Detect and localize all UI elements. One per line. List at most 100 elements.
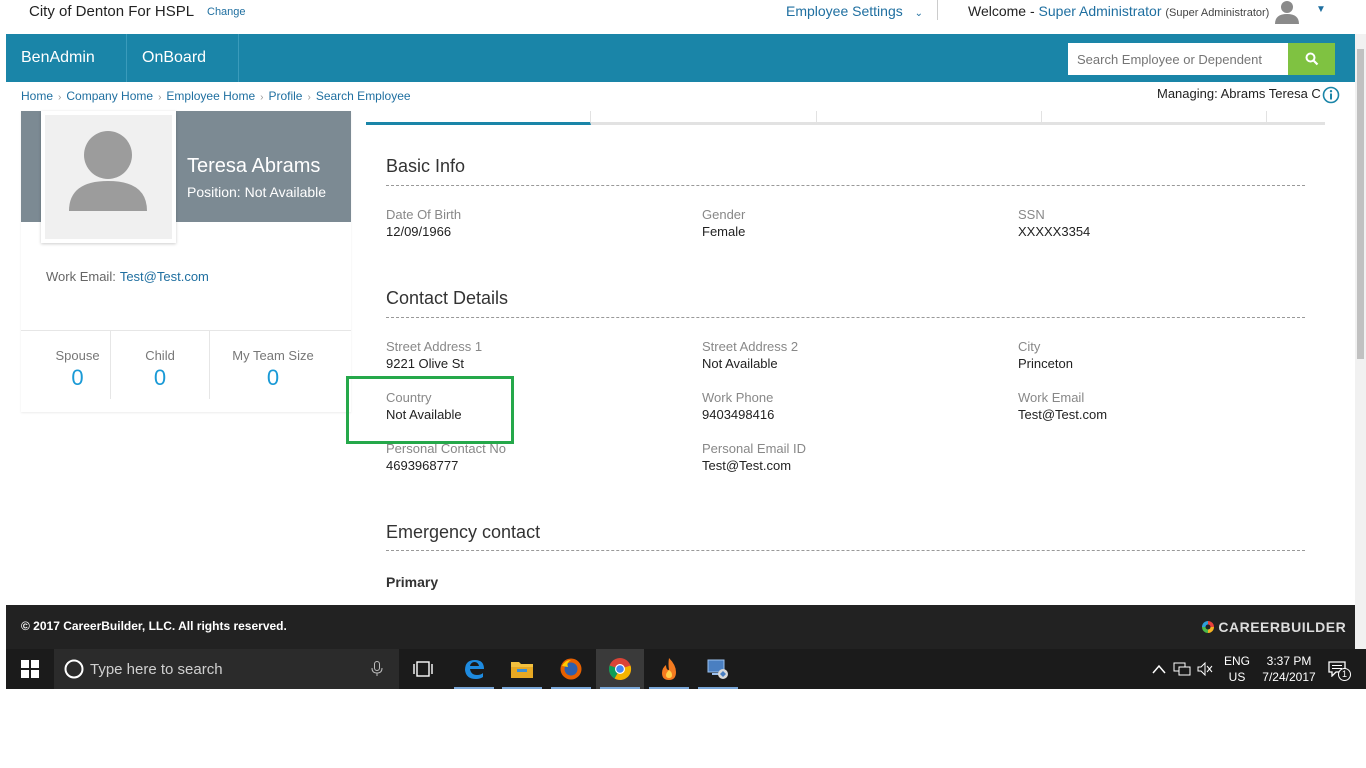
search-icon bbox=[1305, 52, 1318, 66]
breadcrumb-home[interactable]: Home bbox=[21, 89, 53, 103]
field-street-address-1: Street Address 1 9221 Olive St bbox=[386, 339, 482, 371]
user-role: (Super Administrator) bbox=[1165, 7, 1270, 19]
mic-icon[interactable] bbox=[371, 661, 383, 677]
nav-onboard[interactable]: OnBoard ⌵ bbox=[127, 34, 239, 113]
taskbar-flame-app[interactable] bbox=[645, 649, 693, 689]
chrome-icon bbox=[608, 658, 632, 681]
careerbuilder-logo-icon bbox=[1202, 621, 1214, 633]
flame-app-icon bbox=[662, 658, 676, 680]
avatar-placeholder-icon bbox=[69, 131, 147, 211]
field-work-phone: Work Phone 9403498416 bbox=[702, 390, 774, 422]
profile-card: Teresa Abrams Position: Not Available Wo… bbox=[21, 111, 351, 412]
field-work-email: Work Email Test@Test.com bbox=[1018, 390, 1107, 422]
employee-settings-menu[interactable]: Employee Settings ⌄ bbox=[786, 3, 923, 19]
tab-4[interactable] bbox=[1042, 111, 1267, 125]
task-view-button[interactable] bbox=[399, 649, 447, 689]
language-indicator[interactable]: ENG US bbox=[1219, 653, 1255, 685]
notification-count-badge: 1 bbox=[1338, 668, 1351, 681]
breadcrumb-separator-icon: › bbox=[158, 92, 162, 103]
primary-contact-heading: Primary bbox=[386, 574, 439, 590]
field-value: 9221 Olive St bbox=[386, 356, 465, 371]
tab-3[interactable] bbox=[817, 111, 1042, 125]
breadcrumb-search-employee[interactable]: Search Employee bbox=[316, 89, 411, 103]
tab-2[interactable] bbox=[591, 111, 817, 125]
divider bbox=[386, 185, 1305, 186]
managing-label: Managing: bbox=[1157, 86, 1218, 101]
breadcrumb-employee-home[interactable]: Employee Home bbox=[166, 89, 255, 103]
edge-icon bbox=[465, 660, 484, 679]
action-center-button[interactable]: 1 bbox=[1328, 659, 1352, 683]
show-hidden-icons-chevron-icon[interactable] bbox=[1152, 664, 1166, 674]
taskbar-search-box[interactable]: Type here to search bbox=[54, 649, 399, 689]
basic-info-title: Basic Info bbox=[386, 156, 466, 176]
divider bbox=[937, 0, 938, 20]
count-label: My Team Size bbox=[232, 348, 314, 363]
windows-icon bbox=[21, 660, 39, 678]
network-icon[interactable] bbox=[1173, 661, 1191, 677]
count-value: 0 bbox=[71, 365, 84, 390]
profile-work-email: Work Email: Test@Test.com bbox=[46, 269, 209, 284]
employee-position: Position: Not Available bbox=[187, 184, 326, 200]
region-code: US bbox=[1228, 670, 1246, 684]
employee-search-input[interactable] bbox=[1068, 43, 1288, 75]
profile-photo bbox=[41, 111, 176, 243]
taskbar-network-app[interactable] bbox=[694, 649, 742, 689]
avatar-icon[interactable] bbox=[1272, 0, 1302, 24]
count-value: 0 bbox=[153, 365, 167, 390]
top-bar: City of Denton For HSPL Change Employee … bbox=[0, 0, 1366, 34]
field-value: 12/09/1966 bbox=[386, 224, 452, 239]
info-icon[interactable] bbox=[1322, 86, 1340, 104]
field-label: Date Of Birth bbox=[386, 207, 462, 222]
nav-benadmin-label: BenAdmin bbox=[21, 49, 95, 66]
careerbuilder-logo: CAREERBUILDER bbox=[1202, 619, 1346, 635]
taskbar-edge[interactable] bbox=[450, 649, 498, 689]
field-value: 9403498416 bbox=[702, 407, 775, 422]
field-label: Work Email bbox=[1018, 390, 1085, 405]
field-value: Test@Test.com bbox=[702, 458, 792, 473]
field-gender: Gender Female bbox=[702, 207, 745, 239]
nav-onboard-label: OnBoard bbox=[142, 49, 207, 66]
taskbar-firefox[interactable] bbox=[547, 649, 595, 689]
app-window: City of Denton For HSPL Change Employee … bbox=[0, 0, 1366, 768]
tab-basic-info[interactable] bbox=[366, 111, 591, 125]
nav-benadmin[interactable]: BenAdmin ⌵ bbox=[6, 34, 127, 113]
field-label: Personal Email ID bbox=[702, 441, 807, 456]
user-menu-chevron-icon[interactable]: ▼ bbox=[1316, 4, 1326, 15]
breadcrumb-separator-icon: › bbox=[58, 92, 62, 103]
team-size-count[interactable]: My Team Size 0 bbox=[210, 331, 336, 399]
field-label: Work Phone bbox=[702, 390, 774, 405]
clock-date: 7/24/2017 bbox=[1262, 670, 1316, 684]
tab-5[interactable] bbox=[1267, 111, 1325, 125]
breadcrumb-profile[interactable]: Profile bbox=[268, 89, 302, 103]
start-button[interactable] bbox=[6, 649, 54, 689]
field-label: Street Address 2 bbox=[702, 339, 799, 354]
field-value: Princeton bbox=[1018, 356, 1073, 371]
change-company-link[interactable]: Change bbox=[207, 6, 246, 18]
company-name: City of Denton For HSPL bbox=[29, 3, 195, 20]
divider bbox=[386, 550, 1305, 551]
spouse-count[interactable]: Spouse 0 bbox=[45, 331, 111, 399]
breadcrumb-separator-icon: › bbox=[260, 92, 264, 103]
clock[interactable]: 3:37 PM 7/24/2017 bbox=[1256, 653, 1322, 685]
blank-area bbox=[0, 689, 1366, 768]
count-value: 0 bbox=[266, 365, 280, 390]
work-email-link[interactable]: Test@Test.com bbox=[120, 269, 209, 284]
page-scrollbar[interactable] bbox=[1355, 34, 1366, 649]
taskbar-file-explorer[interactable] bbox=[498, 649, 546, 689]
volume-muted-icon[interactable] bbox=[1197, 662, 1213, 676]
field-date-of-birth: Date Of Birth 12/09/1966 bbox=[386, 207, 461, 239]
taskbar-chrome[interactable] bbox=[596, 649, 644, 689]
position-value: Not Available bbox=[244, 184, 327, 200]
breadcrumb-company-home[interactable]: Company Home bbox=[66, 89, 153, 103]
position-label: Position: bbox=[187, 184, 241, 200]
windows-taskbar: Type here to search ENG US 3:37 PM 7/24/… bbox=[6, 649, 1366, 689]
field-label: Gender bbox=[702, 207, 746, 222]
managing-value: Abrams Teresa C bbox=[1220, 86, 1321, 101]
scrollbar-thumb[interactable] bbox=[1357, 49, 1364, 359]
child-count[interactable]: Child 0 bbox=[111, 331, 210, 399]
user-name-link[interactable]: Super Administrator bbox=[1039, 3, 1162, 19]
field-ssn: SSN XXXXX3354 bbox=[1018, 207, 1090, 239]
work-email-label: Work Email: bbox=[46, 269, 116, 284]
employee-settings-label: Employee Settings bbox=[786, 3, 903, 19]
search-button[interactable] bbox=[1288, 43, 1335, 75]
